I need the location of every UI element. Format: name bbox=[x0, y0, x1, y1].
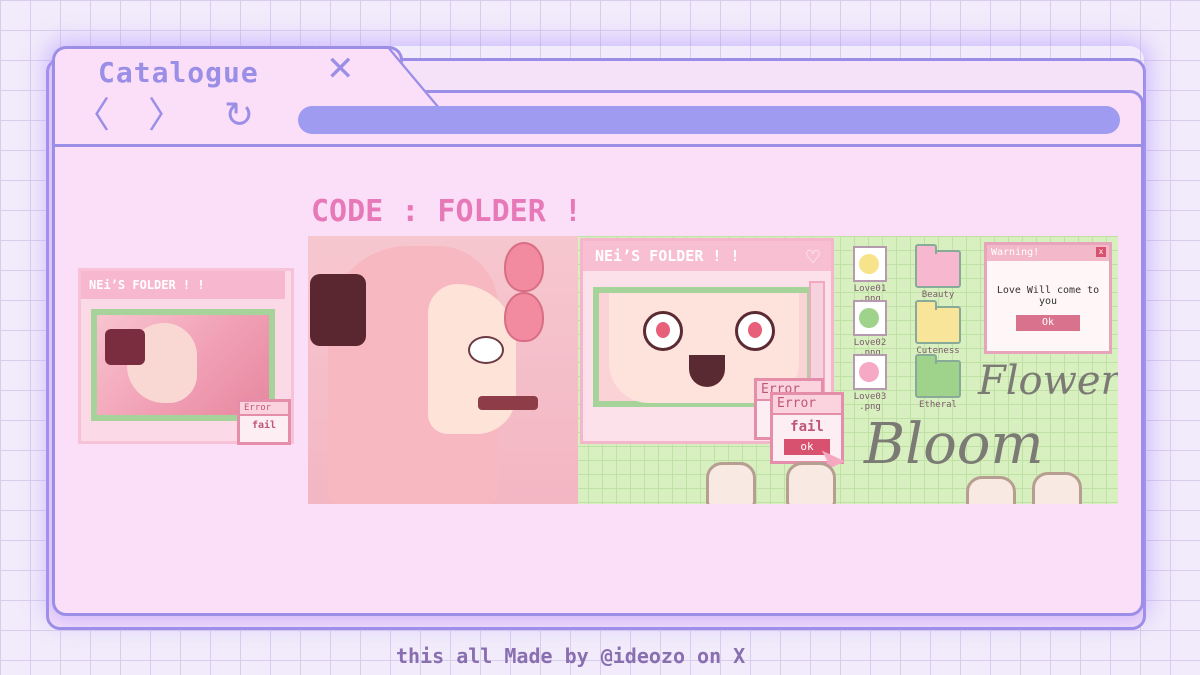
footer-credit: this all Made by @ideozo on X bbox=[396, 644, 746, 668]
back-arrow-icon[interactable]: 〈 bbox=[74, 98, 110, 134]
warning-close-icon[interactable]: x bbox=[1096, 247, 1106, 257]
file-heart-mark bbox=[859, 362, 879, 382]
error-dialog-message: fail bbox=[790, 419, 824, 435]
thumbnail-preview[interactable]: NEi’S FOLDER ! ! Error fail bbox=[78, 268, 294, 445]
folder-etheral[interactable]: Etheral bbox=[906, 354, 970, 410]
thumbnail-ribbon bbox=[105, 329, 145, 365]
close-icon[interactable]: ✕ bbox=[326, 52, 355, 86]
warning-title: Warning! bbox=[991, 247, 1040, 258]
file-icon bbox=[853, 246, 887, 282]
folder-label: Etheral bbox=[919, 400, 957, 410]
lipstick bbox=[478, 396, 538, 410]
warning-ok-button[interactable]: Ok bbox=[1016, 315, 1080, 331]
pixel-heart bbox=[966, 476, 1016, 504]
file-label: Love03 .png bbox=[853, 392, 887, 412]
tab-title[interactable]: Catalogue bbox=[98, 56, 259, 89]
file-love03[interactable]: Love03 .png bbox=[838, 354, 902, 412]
thumbnail-error-message: fail bbox=[251, 420, 277, 431]
folder-icon bbox=[915, 244, 961, 288]
artwork-eye bbox=[643, 311, 683, 351]
warning-dialog: Warning! x Love Will come to you Ok bbox=[984, 242, 1112, 354]
toolbar-divider bbox=[52, 144, 1144, 147]
folder-icon bbox=[915, 300, 961, 344]
tulip-flower bbox=[504, 292, 544, 342]
error-dialog-title: Error bbox=[773, 395, 841, 415]
artwork-mouth bbox=[689, 355, 725, 387]
thumbnail-error-title: Error bbox=[240, 402, 288, 416]
file-heart-mark bbox=[859, 254, 879, 274]
portrait-bow bbox=[310, 274, 366, 346]
page-heading: CODE : FOLDER ! bbox=[311, 194, 582, 229]
heart-icon: ♡ bbox=[804, 247, 821, 268]
banner-artwork: NEi’S FOLDER ! ! ♡ Error Error fail ok ➤… bbox=[308, 236, 1118, 504]
tulip-flower bbox=[504, 242, 544, 292]
script-text-bloom: Bloom bbox=[864, 412, 1044, 477]
file-icon bbox=[853, 354, 887, 390]
file-love02[interactable]: Love02 .png bbox=[838, 300, 902, 358]
folder-icon bbox=[915, 354, 961, 398]
warning-title-bar: Warning! x bbox=[987, 245, 1109, 261]
reload-icon[interactable]: ↻ bbox=[224, 98, 254, 134]
file-icon bbox=[853, 300, 887, 336]
file-love01[interactable]: Love01 .png bbox=[838, 246, 902, 304]
thumbnail-error-dialog: Error fail bbox=[237, 399, 291, 445]
file-heart-mark bbox=[859, 308, 879, 328]
pixel-heart bbox=[706, 462, 756, 504]
folder-label: Beauty bbox=[921, 290, 955, 300]
folder-cuteness[interactable]: Cuteness bbox=[906, 300, 970, 356]
warning-message: Love Will come to you bbox=[996, 285, 1100, 307]
forward-arrow-icon[interactable]: 〉 bbox=[148, 98, 184, 134]
artwork-eye bbox=[735, 311, 775, 351]
folder-window-title-text: NEi’S FOLDER ! ! bbox=[595, 247, 740, 265]
folder-beauty[interactable]: Beauty bbox=[906, 244, 970, 300]
address-bar[interactable] bbox=[298, 106, 1120, 134]
script-text-flower: Flower bbox=[978, 358, 1118, 404]
portrait-eye bbox=[468, 336, 504, 364]
thumbnail-title: NEi’S FOLDER ! ! bbox=[81, 271, 285, 299]
pixel-heart bbox=[786, 462, 836, 504]
folder-window-title: NEi’S FOLDER ! ! ♡ bbox=[583, 241, 831, 271]
